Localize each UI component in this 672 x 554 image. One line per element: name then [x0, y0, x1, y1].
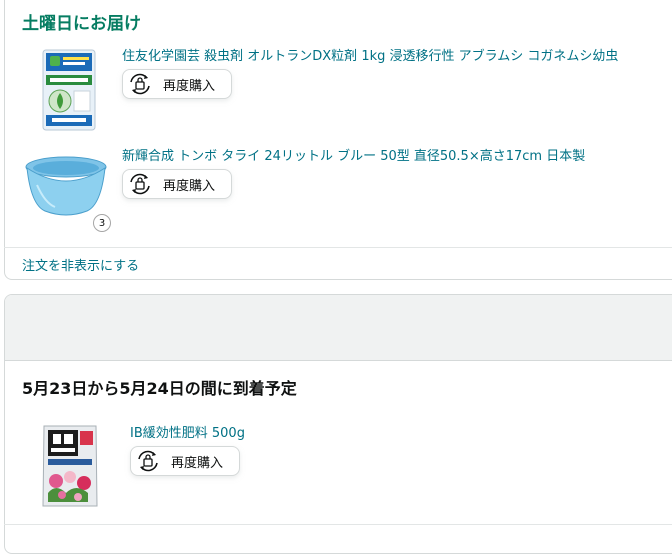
product-image-fertilizer[interactable] — [40, 423, 100, 509]
divider — [4, 524, 672, 525]
order-card — [4, 294, 672, 554]
delivery-status: 土曜日にお届け — [22, 14, 141, 34]
product-image-tub[interactable] — [25, 155, 107, 217]
quantity-badge: 3 — [93, 214, 111, 232]
reorder-bag-icon — [130, 173, 150, 195]
order-card — [4, 0, 672, 280]
product-image-insecticide[interactable] — [42, 49, 96, 131]
product-title-link[interactable]: 新輝合成 トンボ タライ 24リットル ブルー 50型 直径50.5×高さ17c… — [122, 145, 585, 164]
buy-again-label: 再度購入 — [171, 455, 224, 471]
product-title-link[interactable]: 住友化学園芸 殺虫剤 オルトランDX粒剤 1kg 浸透移行性 アブラムシ コガネ… — [122, 45, 618, 64]
order-card-header — [5, 295, 672, 361]
reorder-bag-icon — [138, 450, 158, 472]
buy-again-button[interactable]: 再度購入 — [122, 69, 232, 99]
buy-again-button[interactable]: 再度購入 — [122, 169, 232, 199]
divider — [4, 247, 672, 248]
buy-again-label: 再度購入 — [163, 178, 216, 194]
reorder-bag-icon — [130, 73, 150, 95]
hide-order-link[interactable]: 注文を非表示にする — [22, 255, 139, 274]
buy-again-label: 再度購入 — [163, 78, 216, 94]
buy-again-button[interactable]: 再度購入 — [130, 446, 240, 476]
delivery-status: 5月23日から5月24日の間に到着予定 — [22, 379, 297, 398]
product-title-link[interactable]: IB緩効性肥料 500g — [130, 422, 245, 441]
